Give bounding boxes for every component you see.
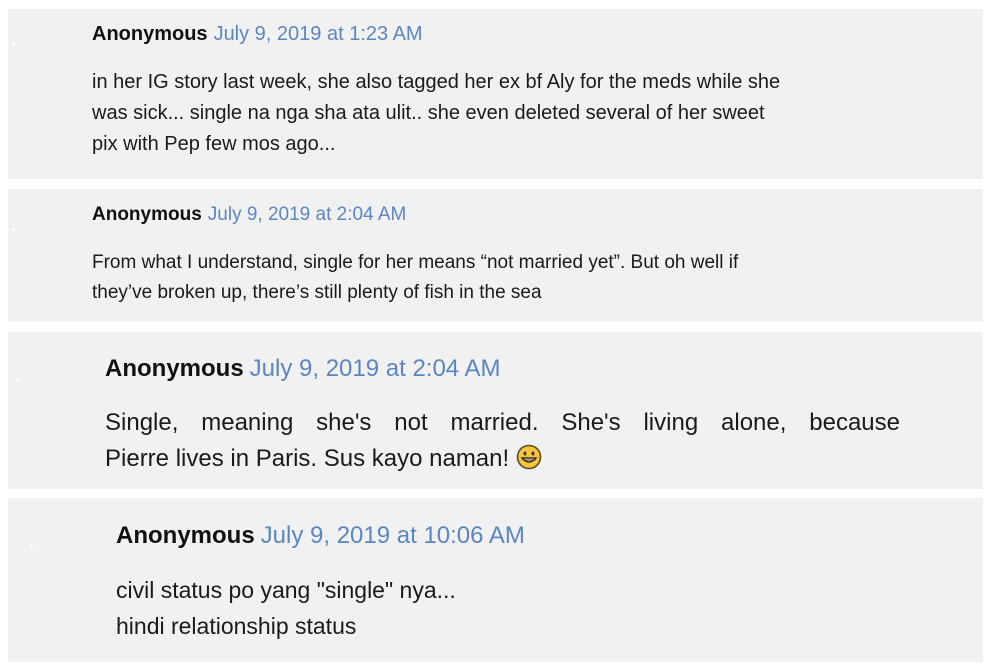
comment-text-line: they’ve broken up, there’s still plenty … [92, 282, 542, 303]
comment-text-line: pix with Pep few mos ago... [92, 133, 336, 155]
comment-author: Anonymous [116, 522, 255, 549]
comment-header: Anonymous July 9, 2019 at 2:04 AM [105, 355, 501, 383]
comment-text-line: From what I understand, single for her m… [92, 252, 739, 273]
comment-body: From what I understand, single for her m… [92, 248, 738, 308]
comment-body: in her IG story last week, she also tagg… [92, 67, 780, 160]
thread-marker-dot [12, 228, 15, 231]
grinning-face-icon [516, 444, 542, 481]
comment-body: civil status po yang "single" nya... hin… [116, 572, 456, 644]
comment-author: Anonymous [92, 23, 208, 45]
comment-date-link[interactable]: July 9, 2019 at 1:23 AM [214, 23, 423, 45]
comment-author: Anonymous [105, 355, 244, 382]
comment-card: Anonymous July 9, 2019 at 10:06 AM civil … [8, 498, 983, 662]
comment-author: Anonymous [92, 204, 202, 225]
comment-text-line: was sick... single na nga sha ata ulit..… [92, 102, 765, 124]
comment-card: Anonymous July 9, 2019 at 2:04 AM From wh… [8, 189, 983, 322]
comment-date-link[interactable]: July 9, 2019 at 2:04 AM [250, 355, 501, 382]
comment-header: Anonymous July 9, 2019 at 2:04 AM [92, 204, 406, 226]
comment-date-link[interactable]: July 9, 2019 at 10:06 AM [261, 522, 525, 549]
comment-text-line: hindi relationship status [116, 613, 357, 639]
comment-text-fragment: Pierre lives in Paris. Sus kayo naman! [105, 445, 510, 472]
comment-header: Anonymous July 9, 2019 at 1:23 AM [92, 23, 423, 46]
comment-text-line: Pierre lives in Paris. Sus kayo naman! [105, 441, 900, 481]
comment-card: Anonymous July 9, 2019 at 2:04 AM Single,… [8, 332, 983, 489]
comment-card: Anonymous July 9, 2019 at 1:23 AM in her … [8, 9, 983, 179]
comment-text-line: Single, meaning she's not married. She's… [105, 409, 900, 436]
comment-date-link[interactable]: July 9, 2019 at 2:04 AM [208, 204, 407, 225]
thread-marker-dot [16, 379, 19, 382]
comment-body: Single, meaning she's not married. She's… [105, 405, 900, 481]
comment-text-line: in her IG story last week, she also tagg… [92, 71, 781, 93]
comment-text-line: civil status po yang "single" nya... [116, 577, 456, 603]
thread-marker-dot [30, 545, 33, 548]
comment-header: Anonymous July 9, 2019 at 10:06 AM [116, 522, 525, 550]
thread-marker-dot [12, 42, 15, 45]
